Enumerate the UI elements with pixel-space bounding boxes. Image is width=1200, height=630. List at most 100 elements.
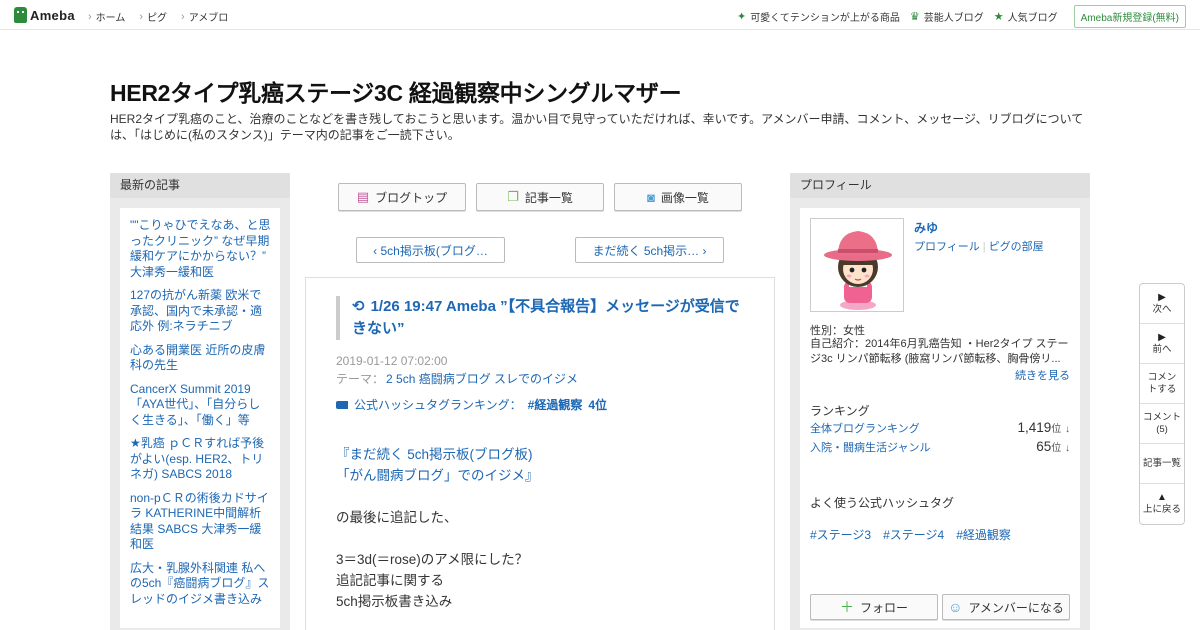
next-label: 次へ bbox=[1152, 303, 1172, 315]
entry-title[interactable]: ⟲ 1/26 19:47 Ameba ”【不具合報告】メッセージが受信できない” bbox=[336, 296, 746, 340]
global-header: Ameba ホーム ピグ アメブロ ✦ 可愛くてテンションが上がる商品 ♛ 芸能… bbox=[0, 0, 1200, 30]
body-paragraph: の最後に追記した、 bbox=[336, 510, 458, 525]
header-links: ✦ 可愛くてテンションが上がる商品 ♛ 芸能人ブログ ★ 人気ブログ Ameba… bbox=[737, 5, 1186, 28]
popular-blog-label: 人気ブログ bbox=[1007, 13, 1058, 24]
back-to-top-label: 上に戻る bbox=[1142, 504, 1181, 515]
celebrity-blog-label: 芸能人ブログ bbox=[923, 13, 984, 24]
profile-links: プロフィール | ピグの部屋 bbox=[914, 241, 1044, 253]
profile-heading: プロフィール bbox=[790, 173, 1090, 198]
body-link[interactable]: 「がん闘病ブログ」でのイジメ』 bbox=[336, 465, 756, 486]
image-list-button[interactable]: ◙ 画像一覧 bbox=[614, 183, 742, 211]
entry-title-text: 1/26 19:47 Ameba ”【不具合報告】メッセージが受信できない” bbox=[352, 298, 740, 337]
blog-nav-buttons: ▤ ブログトップ ❐ 記事一覧 ◙ 画像一覧 bbox=[338, 183, 742, 211]
ranking-heading: ランキング bbox=[810, 404, 870, 418]
play-icon: ▶ bbox=[1158, 291, 1166, 303]
copy-icon: ❐ bbox=[507, 189, 519, 204]
ranking-row: 全体ブログランキング 1,419位 ↓ bbox=[810, 420, 1070, 436]
cute-goods-link[interactable]: ✦ 可愛くてテンションが上がる商品 bbox=[737, 9, 900, 24]
trend-down-icon: ↓ bbox=[1065, 443, 1070, 454]
nav-pigg-link[interactable]: ピグ bbox=[139, 9, 167, 24]
nav-home-link[interactable]: ホーム bbox=[88, 9, 126, 24]
comment-write-button[interactable]: コメントする bbox=[1140, 364, 1184, 404]
next-entry-button[interactable]: まだ続く 5ch掲示… › bbox=[575, 237, 724, 263]
recent-entry-link[interactable]: 心ある開業医 近所の皮膚科の先生 bbox=[130, 343, 272, 374]
ranking-tag: #経過観察 bbox=[527, 398, 583, 412]
prev-entry-button[interactable]: ‹ 5ch掲示板(ブログ… bbox=[356, 237, 505, 263]
amember-label: アメンバーになる bbox=[968, 600, 1064, 615]
comment-count-label: コメント(5) bbox=[1142, 411, 1181, 435]
entry-list-float-button[interactable]: 記事一覧 bbox=[1140, 444, 1184, 484]
recent-entries-list: ""こりゃひでえなあ、と思ったクリニック” なぜ早期緩和ケアにかからない？” 大… bbox=[120, 208, 280, 628]
entry-list-label: 記事一覧 bbox=[524, 190, 573, 205]
body-paragraph: 追記記事に関する bbox=[336, 573, 444, 588]
theme-link[interactable]: 2 5ch 癌闘病ブログ スレでのイジメ bbox=[386, 372, 578, 386]
ranking-label: 公式ハッシュタグランキング： bbox=[354, 398, 522, 412]
hashtag-link[interactable]: #経過観察 bbox=[956, 526, 1011, 543]
profile-intro: 自己紹介：2014年6月乳癌告知 ・Her2タイプ ステージ3c リンパ節転移 … bbox=[810, 338, 1069, 365]
read-more-link[interactable]: 続きを見る bbox=[1015, 367, 1070, 383]
profile-panel: プロフィール みゆ プロフィール | ピグの部屋 性別：女性 自己紹介：2014… bbox=[790, 173, 1090, 630]
profile-name[interactable]: みゆ bbox=[914, 219, 938, 236]
popular-blog-link[interactable]: ★ 人気ブログ bbox=[994, 9, 1058, 24]
recent-entries-panel: 最新の記事 ""こりゃひでえなあ、と思ったクリニック” なぜ早期緩和ケアにかから… bbox=[110, 173, 290, 630]
entry-list-float-label: 記事一覧 bbox=[1142, 457, 1181, 469]
entry-date: 2019-01-12 07:02:00 bbox=[336, 354, 448, 368]
floating-nav: ▶ 次へ ▶ 前へ コメントする コメント(5) 記事一覧 ▲ 上に戻る bbox=[1139, 283, 1185, 525]
blog-top-button[interactable]: ▤ ブログトップ bbox=[338, 183, 466, 211]
entry-body: 『まだ続く 5ch掲示板(ブログ板) 「がん闘病ブログ」でのイジメ』 の最後に追… bbox=[336, 444, 756, 612]
profile-link[interactable]: プロフィール bbox=[914, 241, 980, 253]
blog-title[interactable]: HER2タイプ乳癌ステージ3C 経過観察中シングルマザー bbox=[110, 74, 682, 108]
image-list-label: 画像一覧 bbox=[660, 190, 709, 205]
recent-entry-link[interactable]: CancerX Summit 2019 「AYA世代」、「自分らしく生きる」、「… bbox=[130, 382, 272, 429]
follow-label: フォロー bbox=[859, 600, 908, 615]
ranking-genre-link[interactable]: 入院・闘病生活ジャンル bbox=[810, 439, 930, 455]
camera-icon: ◙ bbox=[647, 189, 655, 205]
entry-article: ⟲ 1/26 19:47 Ameba ”【不具合報告】メッセージが受信できない” … bbox=[305, 277, 775, 630]
ranking-row: 入院・闘病生活ジャンル 65位 ↓ bbox=[810, 439, 1070, 455]
recent-entry-link[interactable]: 広大・乳腺外科関連 私への5ch『癌闘病ブログ』スレッドのイジメ書き込み bbox=[130, 561, 272, 608]
body-paragraph: 5ch掲示板書き込み bbox=[336, 594, 453, 609]
prev-button[interactable]: ▶ 前へ bbox=[1140, 324, 1184, 364]
nav-ameblo-link[interactable]: アメブロ bbox=[181, 9, 229, 24]
entry-list-button[interactable]: ❐ 記事一覧 bbox=[476, 183, 604, 211]
recent-entry-link[interactable]: 127の抗がん新薬 欧米で承認、国内で未承認・適応外 例:ネラチニブ bbox=[130, 288, 272, 335]
cute-goods-label: 可愛くてテンションが上がる商品 bbox=[750, 13, 900, 24]
hashtags-heading: よく使う公式ハッシュタグ bbox=[810, 496, 955, 510]
amember-icon: ☺ bbox=[948, 599, 963, 615]
play-icon: ▶ bbox=[1158, 331, 1166, 343]
ranking-overall-link[interactable]: 全体ブログランキング bbox=[810, 420, 920, 436]
back-to-top-button[interactable]: ▲ 上に戻る bbox=[1140, 484, 1184, 524]
profile-gender: 性別：女性 bbox=[810, 325, 865, 337]
recent-entry-link[interactable]: ""こりゃひでえなあ、と思ったクリニック” なぜ早期緩和ケアにかからない？” 大… bbox=[130, 218, 272, 280]
sparkle-icon: ✦ bbox=[736, 11, 747, 23]
follow-button[interactable]: ＋ フォロー bbox=[810, 594, 938, 620]
comment-count-button[interactable]: コメント(5) bbox=[1140, 404, 1184, 444]
blog-description: HER2タイプ乳癌のこと、治療のことなどを書き残しておこうと思います。温かい目で… bbox=[110, 112, 1084, 142]
logo-text: Ameba bbox=[30, 7, 75, 23]
hashtag-link[interactable]: #ステージ3 bbox=[810, 526, 871, 543]
plus-icon: ＋ bbox=[839, 599, 854, 615]
recent-entry-link[interactable]: ★乳癌 ｐＣＲすれば予後がよい(esp. HER2、トリネガ) SABCS 20… bbox=[130, 436, 272, 483]
ranking-position: 4位 bbox=[588, 398, 608, 412]
pigg-room-link[interactable]: ピグの部屋 bbox=[989, 241, 1044, 253]
ranking-value: 65位 ↓ bbox=[1036, 439, 1070, 454]
body-link[interactable]: 『まだ続く 5ch掲示板(ブログ板) bbox=[336, 444, 756, 465]
entry-theme: テーマ： 2 5ch 癌闘病ブログ スレでのイジメ bbox=[336, 370, 578, 387]
up-arrow-icon: ▲ bbox=[1157, 492, 1167, 503]
register-button[interactable]: Ameba新規登録(無料) bbox=[1073, 5, 1186, 28]
crown-icon: ♛ bbox=[909, 11, 920, 23]
amember-button[interactable]: ☺ アメンバーになる bbox=[942, 594, 1070, 620]
recent-entry-link[interactable]: non-pＣＲの術後カドサイラ KATHERINE中間解析結果 SABCS 大津… bbox=[130, 491, 272, 553]
hashtag-link[interactable]: #ステージ4 bbox=[883, 526, 944, 543]
avatar[interactable] bbox=[810, 218, 904, 312]
ameba-logo-icon bbox=[14, 7, 27, 23]
body-paragraph: 3＝3d(＝rose)のアメ限にした？ bbox=[336, 552, 529, 567]
next-button[interactable]: ▶ 次へ bbox=[1140, 284, 1184, 324]
prev-label: 前へ bbox=[1152, 343, 1172, 355]
hashtag-ranking[interactable]: 公式ハッシュタグランキング： #経過観察 4位 bbox=[336, 396, 607, 413]
star-icon: ★ bbox=[993, 11, 1004, 23]
comment-write-label: コメントする bbox=[1147, 371, 1177, 395]
ranking-value: 1,419位 ↓ bbox=[1017, 420, 1070, 435]
celebrity-blog-link[interactable]: ♛ 芸能人ブログ bbox=[910, 9, 984, 24]
ameba-logo[interactable]: Ameba bbox=[14, 7, 75, 23]
